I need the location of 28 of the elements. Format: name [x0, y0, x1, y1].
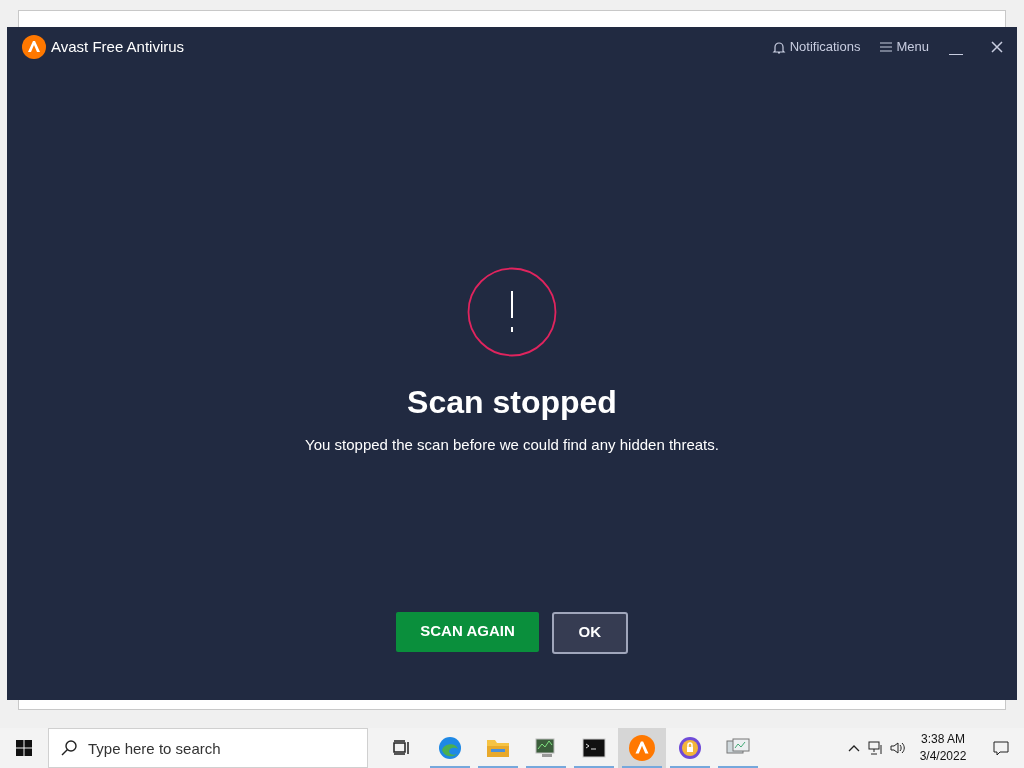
avast-logo-icon [629, 735, 655, 761]
browser-icon [438, 736, 462, 760]
lock-shield-icon [678, 736, 702, 760]
windows-icon [16, 740, 32, 756]
notifications-button[interactable]: Notifications [771, 37, 861, 57]
network-icon [868, 741, 884, 755]
search-icon [61, 740, 77, 756]
scan-again-button[interactable]: SCAN AGAIN [396, 611, 539, 652]
warning-icon [467, 267, 557, 357]
search-field[interactable]: Type here to search [48, 728, 368, 768]
close-button[interactable] [991, 40, 1005, 54]
monitor-icon [534, 737, 558, 759]
folder-icon [486, 737, 510, 759]
clock-time: 3:38 AM [921, 731, 965, 748]
bell-icon [771, 39, 786, 55]
clock-date: 3/4/2022 [919, 748, 967, 765]
task-view-icon [393, 740, 411, 756]
menu-button[interactable]: Menu [880, 37, 929, 57]
speech-bubble-icon [993, 740, 1009, 756]
window-title: Avast Free Antivirus [51, 36, 185, 57]
avast-logo-icon [22, 35, 46, 59]
ok-button[interactable]: OK [551, 611, 628, 654]
terminal-icon [582, 738, 606, 758]
result-title: Scan stopped [407, 383, 617, 422]
speaker-icon [890, 741, 906, 755]
chevron-up-icon [848, 744, 860, 752]
menu-icon [880, 42, 893, 52]
result-message: You stopped the scan before we could find any hidden threats. [305, 435, 719, 455]
